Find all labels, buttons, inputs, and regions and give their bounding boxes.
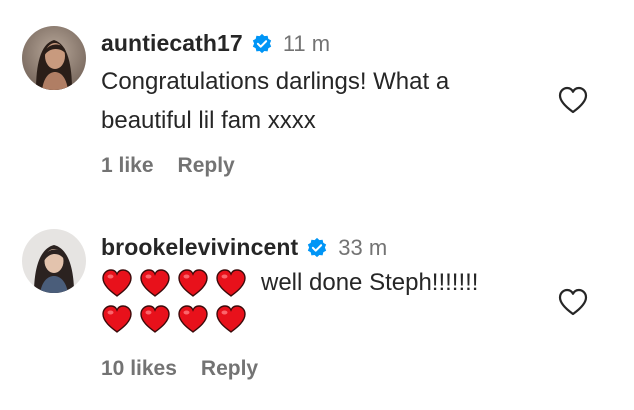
- comment-item: brookelevivincent 33 m well done Steph!!…: [0, 210, 634, 410]
- timestamp: 33 m: [338, 234, 388, 260]
- likes-count[interactable]: 1 like: [101, 154, 154, 178]
- red-heart-emoji: [215, 304, 247, 334]
- heart-outline-icon[interactable]: [557, 287, 589, 317]
- red-heart-emoji: [177, 268, 209, 298]
- red-heart-emoji: [177, 304, 209, 334]
- likes-count[interactable]: 10 likes: [101, 357, 177, 381]
- avatar[interactable]: [22, 229, 86, 293]
- verified-badge-icon: [251, 33, 273, 55]
- username[interactable]: auntiecath17: [101, 30, 243, 57]
- timestamp: 11 m: [282, 30, 331, 56]
- avatar-photo-icon: [22, 26, 86, 90]
- comment-actions: 1 like Reply: [101, 154, 235, 178]
- red-heart-emoji: [139, 268, 171, 298]
- red-heart-emoji: [101, 304, 133, 334]
- red-heart-emoji: [215, 268, 247, 298]
- red-heart-emoji: [139, 304, 171, 334]
- comment-header: auntiecath17 11 m: [101, 30, 330, 57]
- red-heart-emoji: [101, 268, 133, 298]
- comment-item: auntiecath17 11 m Congratulations darlin…: [0, 0, 634, 200]
- avatar-photo-icon: [22, 229, 86, 293]
- username[interactable]: brookelevivincent: [101, 234, 298, 261]
- comment-text: Congratulations darlings! What a beautif…: [101, 68, 450, 134]
- reply-button[interactable]: Reply: [201, 357, 258, 381]
- comment-actions: 10 likes Reply: [101, 357, 258, 381]
- comment-header: brookelevivincent 33 m: [101, 234, 387, 261]
- avatar[interactable]: [22, 26, 86, 90]
- comment-text-line: [101, 304, 253, 334]
- verified-badge-icon: [306, 237, 328, 259]
- comment-text: well done Steph!!!!!!!: [261, 269, 479, 296]
- comment-text-line: well done Steph!!!!!!!: [101, 268, 478, 298]
- heart-outline-icon[interactable]: [557, 85, 589, 115]
- reply-button[interactable]: Reply: [178, 154, 235, 178]
